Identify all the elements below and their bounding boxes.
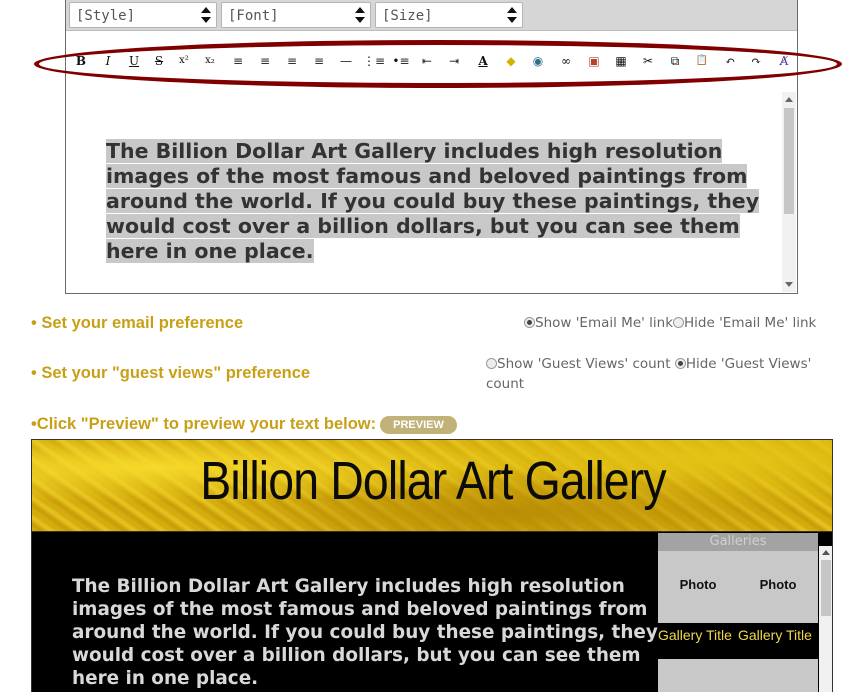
size-select-value: [Size] (382, 8, 433, 24)
email-show-radio[interactable] (524, 317, 535, 328)
undo-button[interactable]: ↶ (720, 50, 740, 72)
clear-format-button[interactable]: A̸ (774, 50, 794, 72)
preview-instruction-label: •Click "Preview" to preview your text be… (31, 415, 377, 433)
email-preference-options: Show 'Email Me' link Hide 'Email Me' link (524, 313, 816, 333)
rich-text-editor: [Style] [Font] [Size] B I U Sx² x₂ ≡ ≡ ≡ ≡ — ⋮≡ •≡ ⇤… (65, 0, 798, 294)
format-select-row: [Style] [Font] [Size] (66, 0, 797, 31)
style-select-value: [Style] (76, 8, 136, 24)
font-select[interactable]: [Font] (221, 2, 371, 28)
size-select[interactable]: [Size] (375, 2, 523, 28)
align-center-button[interactable]: ≡ (255, 50, 275, 72)
ordered-list-button[interactable]: ⋮≡ (363, 50, 385, 72)
email-hide-label[interactable]: Hide 'Email Me' link (684, 315, 816, 331)
font-select-value: [Font] (228, 8, 279, 24)
gallery-photo-1[interactable]: Photo (658, 577, 738, 592)
horizontal-rule-button[interactable]: — (336, 50, 356, 72)
formatting-toolbar: B I U Sx² x₂ ≡ ≡ ≡ ≡ — ⋮≡ •≡ ⇤ ⇥ A ◆ ◉ ∞ ▣ ▦ ✂ ⧉ 📋 ↶ ↷ A̸ (66, 46, 797, 76)
copy-button[interactable]: ⧉ (665, 50, 685, 72)
superscript-button[interactable]: x² (174, 50, 194, 72)
gallery-title-2[interactable]: Gallery Title (738, 627, 812, 643)
align-left-button[interactable]: ≡ (228, 50, 248, 72)
outdent-button[interactable]: ⇤ (417, 50, 437, 72)
preview-text: The Billion Dollar Art Gallery includes … (72, 576, 658, 689)
strikethrough-button[interactable]: S (149, 50, 169, 72)
guest-show-label[interactable]: Show 'Guest Views' count (497, 356, 671, 372)
editor-next-paragraph (106, 285, 746, 292)
insert-link-button[interactable]: ∞ (556, 50, 576, 72)
highlight-button[interactable]: ◆ (501, 50, 521, 72)
gallery-title-row: Gallery Title Gallery Title (658, 623, 818, 659)
banner-title: Billion Dollar Art Gallery (200, 451, 666, 511)
indent-button[interactable]: ⇥ (444, 50, 464, 72)
gallery-banner: Billion Dollar Art Gallery (32, 440, 832, 532)
select-arrows-icon (200, 7, 212, 23)
preview-pane: Billion Dollar Art Gallery The Billion D… (31, 439, 833, 692)
editor-scrollbar[interactable] (782, 92, 796, 292)
redo-button[interactable]: ↷ (746, 50, 766, 72)
align-right-button[interactable]: ≡ (282, 50, 302, 72)
editor-text: The Billion Dollar Art Gallery includes … (106, 139, 786, 264)
guest-views-options: Show 'Guest Views' count Hide 'Guest Vie… (486, 354, 826, 394)
guest-hide-radio[interactable] (674, 358, 686, 369)
select-arrows-icon (506, 7, 518, 23)
guest-show-radio[interactable] (486, 358, 497, 369)
email-show-label[interactable]: Show 'Email Me' link (535, 315, 673, 331)
underline-button[interactable]: U (124, 50, 144, 72)
galleries-scrollbar[interactable] (819, 546, 832, 692)
justify-button[interactable]: ≡ (309, 50, 329, 72)
scroll-thumb[interactable] (784, 108, 794, 214)
cut-button[interactable]: ✂ (638, 50, 658, 72)
select-arrows-icon (354, 7, 366, 23)
scroll-thumb[interactable] (821, 560, 831, 616)
gallery-photo-2[interactable]: Photo (738, 577, 818, 592)
scroll-up-icon[interactable] (822, 550, 830, 555)
paste-button[interactable]: 📋 (692, 50, 712, 72)
insert-table-button[interactable]: ▦ (611, 50, 631, 72)
italic-button[interactable]: I (98, 50, 118, 72)
insert-image-button[interactable]: ◉ (528, 50, 548, 72)
galleries-heading: Galleries (658, 533, 818, 551)
editor-content-area[interactable]: The Billion Dollar Art Gallery includes … (66, 92, 786, 292)
style-select[interactable]: [Style] (69, 2, 217, 28)
text-color-button[interactable]: A (473, 50, 493, 72)
selected-text: The Billion Dollar Art Gallery includes … (106, 139, 760, 263)
gallery-title-1[interactable]: Gallery Title (658, 627, 732, 643)
subscript-button[interactable]: x₂ (200, 50, 220, 72)
email-preference-label: • Set your email preference (31, 314, 244, 332)
scroll-up-icon[interactable] (785, 97, 793, 102)
email-hide-radio[interactable] (673, 317, 685, 328)
insert-object-button[interactable]: ▣ (584, 50, 604, 72)
guest-views-preference-label: • Set your "guest views" preference (31, 364, 311, 382)
galleries-panel: Galleries Photo Photo Gallery Title Gall… (658, 533, 818, 692)
scroll-down-icon[interactable] (785, 282, 793, 287)
bold-button[interactable]: B (71, 50, 91, 72)
preview-button[interactable]: PREVIEW (380, 416, 457, 434)
unordered-list-button[interactable]: •≡ (391, 50, 411, 72)
